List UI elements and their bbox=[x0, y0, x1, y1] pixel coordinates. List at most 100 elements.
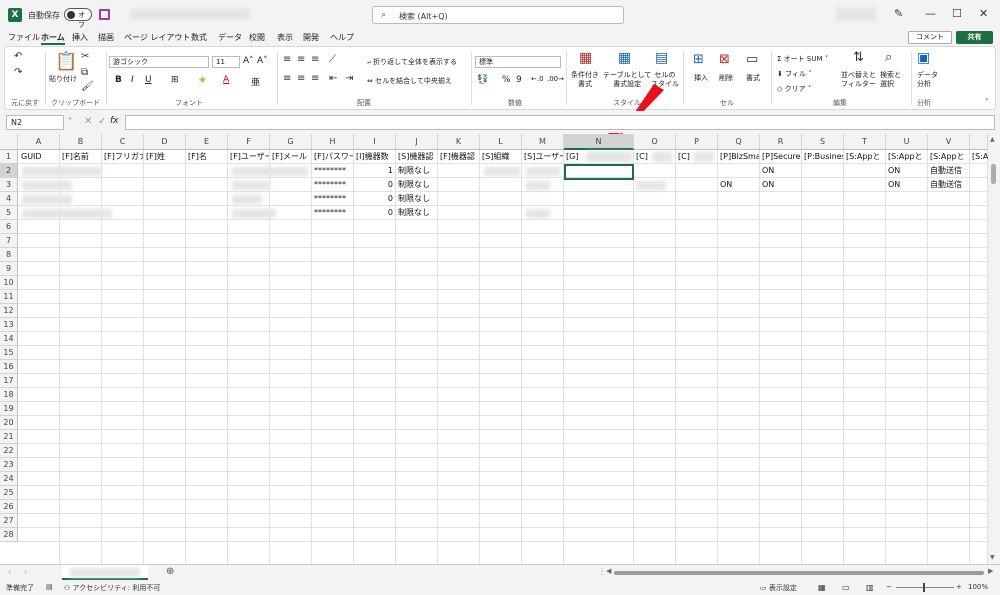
grow-font-icon[interactable]: A˄ bbox=[243, 56, 254, 66]
select-all-corner[interactable] bbox=[0, 134, 18, 150]
tab-review[interactable]: 校閲 bbox=[249, 32, 265, 43]
comma-icon[interactable]: 9 bbox=[516, 75, 522, 85]
cell-Q1[interactable]: [P]BizSmart bbox=[718, 150, 759, 164]
row-header-5[interactable]: 5 bbox=[0, 206, 18, 220]
cell-I3[interactable]: 0 bbox=[354, 178, 395, 192]
tab-draw[interactable]: 描画 bbox=[98, 32, 114, 43]
row-header-21[interactable]: 21 bbox=[0, 430, 18, 444]
column-header-C[interactable]: C bbox=[102, 134, 144, 150]
accessibility-status[interactable]: ⚇ アクセシビリティ: 利用不可 bbox=[64, 583, 160, 593]
row-header-9[interactable]: 9 bbox=[0, 262, 18, 276]
cancel-icon[interactable]: ✕ bbox=[84, 116, 92, 127]
sheet-options-icon[interactable]: ⋮ bbox=[598, 567, 606, 576]
tab-view[interactable]: 表示 bbox=[277, 32, 293, 43]
clear-button[interactable]: ◇ クリア ˅ bbox=[777, 84, 811, 94]
underline-icon[interactable]: U bbox=[145, 75, 152, 85]
cell-P1[interactable]: [C] bbox=[676, 150, 693, 164]
column-header-Q[interactable]: Q bbox=[718, 134, 760, 150]
column-header-M[interactable]: M bbox=[522, 134, 564, 150]
cell-U2[interactable]: ON bbox=[886, 164, 927, 178]
row-header-7[interactable]: 7 bbox=[0, 234, 18, 248]
indent-decrease-icon[interactable]: ⇤ bbox=[329, 73, 337, 84]
autosum-button[interactable]: Σ オート SUM ˅ bbox=[777, 54, 828, 64]
zoom-slider-thumb[interactable] bbox=[923, 583, 925, 592]
sort-filter-icon[interactable]: ⇅ bbox=[853, 50, 864, 65]
align-top-icon[interactable]: ≡ bbox=[283, 54, 291, 65]
cell-O1[interactable]: [C] bbox=[634, 150, 651, 164]
account-name[interactable] bbox=[836, 8, 876, 21]
cell-J1[interactable]: [S]機器認 bbox=[396, 150, 437, 164]
cell-S1[interactable]: [P:Business bbox=[802, 150, 843, 164]
row-header-23[interactable]: 23 bbox=[0, 458, 18, 472]
cell-H2[interactable]: ******** bbox=[312, 164, 353, 178]
sheet-tab-active[interactable] bbox=[62, 565, 148, 580]
save-icon[interactable] bbox=[99, 9, 110, 20]
formula-input[interactable] bbox=[125, 115, 995, 130]
scroll-right-icon[interactable]: ▶ bbox=[988, 567, 993, 575]
cell-V3[interactable]: 自動送信 bbox=[928, 178, 969, 192]
currency-icon[interactable]: 💱 bbox=[477, 75, 488, 85]
column-header-E[interactable]: E bbox=[186, 134, 228, 150]
name-box-dropdown-icon[interactable]: ˅ bbox=[68, 117, 72, 126]
row-header-8[interactable]: 8 bbox=[0, 248, 18, 262]
row-header-20[interactable]: 20 bbox=[0, 416, 18, 430]
column-header-H[interactable]: H bbox=[312, 134, 354, 150]
border-icon[interactable]: ⊞ bbox=[171, 75, 179, 85]
cell-I1[interactable]: [I]機器数 bbox=[354, 150, 395, 164]
merge-center-button[interactable]: ⇔ セルを結合して中央揃え bbox=[367, 76, 452, 86]
horizontal-scrollbar[interactable] bbox=[614, 571, 984, 575]
format-painter-icon[interactable]: 🖌 bbox=[81, 81, 94, 92]
cell-M1[interactable]: [S]ユーザー bbox=[522, 150, 563, 164]
spreadsheet-grid[interactable]: ABCDEFGHIJKLMNOPQRSTUV 1 2 3 4 5 6 7 8 9 10 11 12 13… bbox=[0, 134, 988, 564]
cell-K1[interactable]: [F]機器認 bbox=[438, 150, 479, 164]
cell-I5[interactable]: 0 bbox=[354, 206, 395, 220]
cell-R3[interactable]: ON bbox=[760, 178, 801, 192]
column-header-P[interactable]: P bbox=[676, 134, 718, 150]
cell-A1[interactable]: GUID bbox=[19, 150, 59, 164]
cell-B1[interactable]: [F]名前 bbox=[60, 150, 101, 164]
font-color-icon[interactable]: A bbox=[223, 75, 229, 85]
row-header-1[interactable]: 1 bbox=[0, 150, 18, 164]
scroll-up-icon[interactable]: ▲ bbox=[990, 136, 995, 143]
align-left-icon[interactable]: ≡ bbox=[283, 73, 291, 84]
cell-style-icon[interactable]: ▤ bbox=[655, 50, 668, 66]
column-header-U[interactable]: U bbox=[886, 134, 928, 150]
cell-N1[interactable]: [G] bbox=[564, 150, 583, 164]
zoom-slider[interactable] bbox=[896, 587, 954, 588]
bold-icon[interactable]: B bbox=[115, 75, 122, 85]
cell-D1[interactable]: [F]姓 bbox=[144, 150, 185, 164]
fx-icon[interactable]: fx bbox=[110, 116, 119, 126]
row-header-27[interactable]: 27 bbox=[0, 514, 18, 528]
zoom-level[interactable]: 100% bbox=[968, 583, 988, 591]
column-header-R[interactable]: R bbox=[760, 134, 802, 150]
copy-icon[interactable]: ⧉ bbox=[81, 67, 88, 78]
sort-filter-label[interactable]: 並べ替えと フィルター bbox=[841, 71, 876, 89]
font-name-select[interactable]: 游ゴシック bbox=[109, 56, 209, 68]
column-header-S[interactable]: S bbox=[802, 134, 844, 150]
redo-icon[interactable]: ↷ bbox=[14, 67, 22, 78]
column-header-B[interactable]: B bbox=[60, 134, 102, 150]
conditional-format-label[interactable]: 条件付き 書式 bbox=[571, 71, 599, 89]
cell-G1[interactable]: [F]メール bbox=[270, 150, 311, 164]
cell-U1[interactable]: [S:Appと bbox=[886, 150, 927, 164]
table-format-icon[interactable]: ▦ bbox=[618, 50, 631, 66]
cell-F1[interactable]: [F]ユーザー bbox=[228, 150, 269, 164]
row-header-18[interactable]: 18 bbox=[0, 388, 18, 402]
font-size-select[interactable]: 11 bbox=[212, 56, 240, 68]
comment-button[interactable]: コメント bbox=[908, 31, 952, 44]
cell-T1[interactable]: [S:Appと bbox=[844, 150, 885, 164]
tab-help[interactable]: ヘルプ bbox=[330, 32, 354, 43]
column-header-O[interactable]: O bbox=[634, 134, 676, 150]
cell-Q2[interactable] bbox=[718, 164, 759, 178]
cell-U3[interactable]: ON bbox=[886, 178, 927, 192]
percent-icon[interactable]: % bbox=[502, 75, 511, 85]
name-box[interactable]: N2 bbox=[6, 115, 64, 130]
find-select-icon[interactable]: ⌕ bbox=[885, 50, 892, 65]
paste-label[interactable]: 貼り付け bbox=[49, 74, 77, 84]
normal-view-icon[interactable]: ▦ bbox=[818, 583, 826, 592]
row-header-2[interactable]: 2 bbox=[0, 164, 18, 178]
tab-data[interactable]: データ bbox=[218, 32, 242, 43]
cell-J2[interactable]: 制限なし bbox=[396, 164, 437, 178]
tab-insert[interactable]: 挿入 bbox=[72, 32, 88, 43]
fill-color-icon[interactable]: ◈ bbox=[199, 75, 206, 85]
